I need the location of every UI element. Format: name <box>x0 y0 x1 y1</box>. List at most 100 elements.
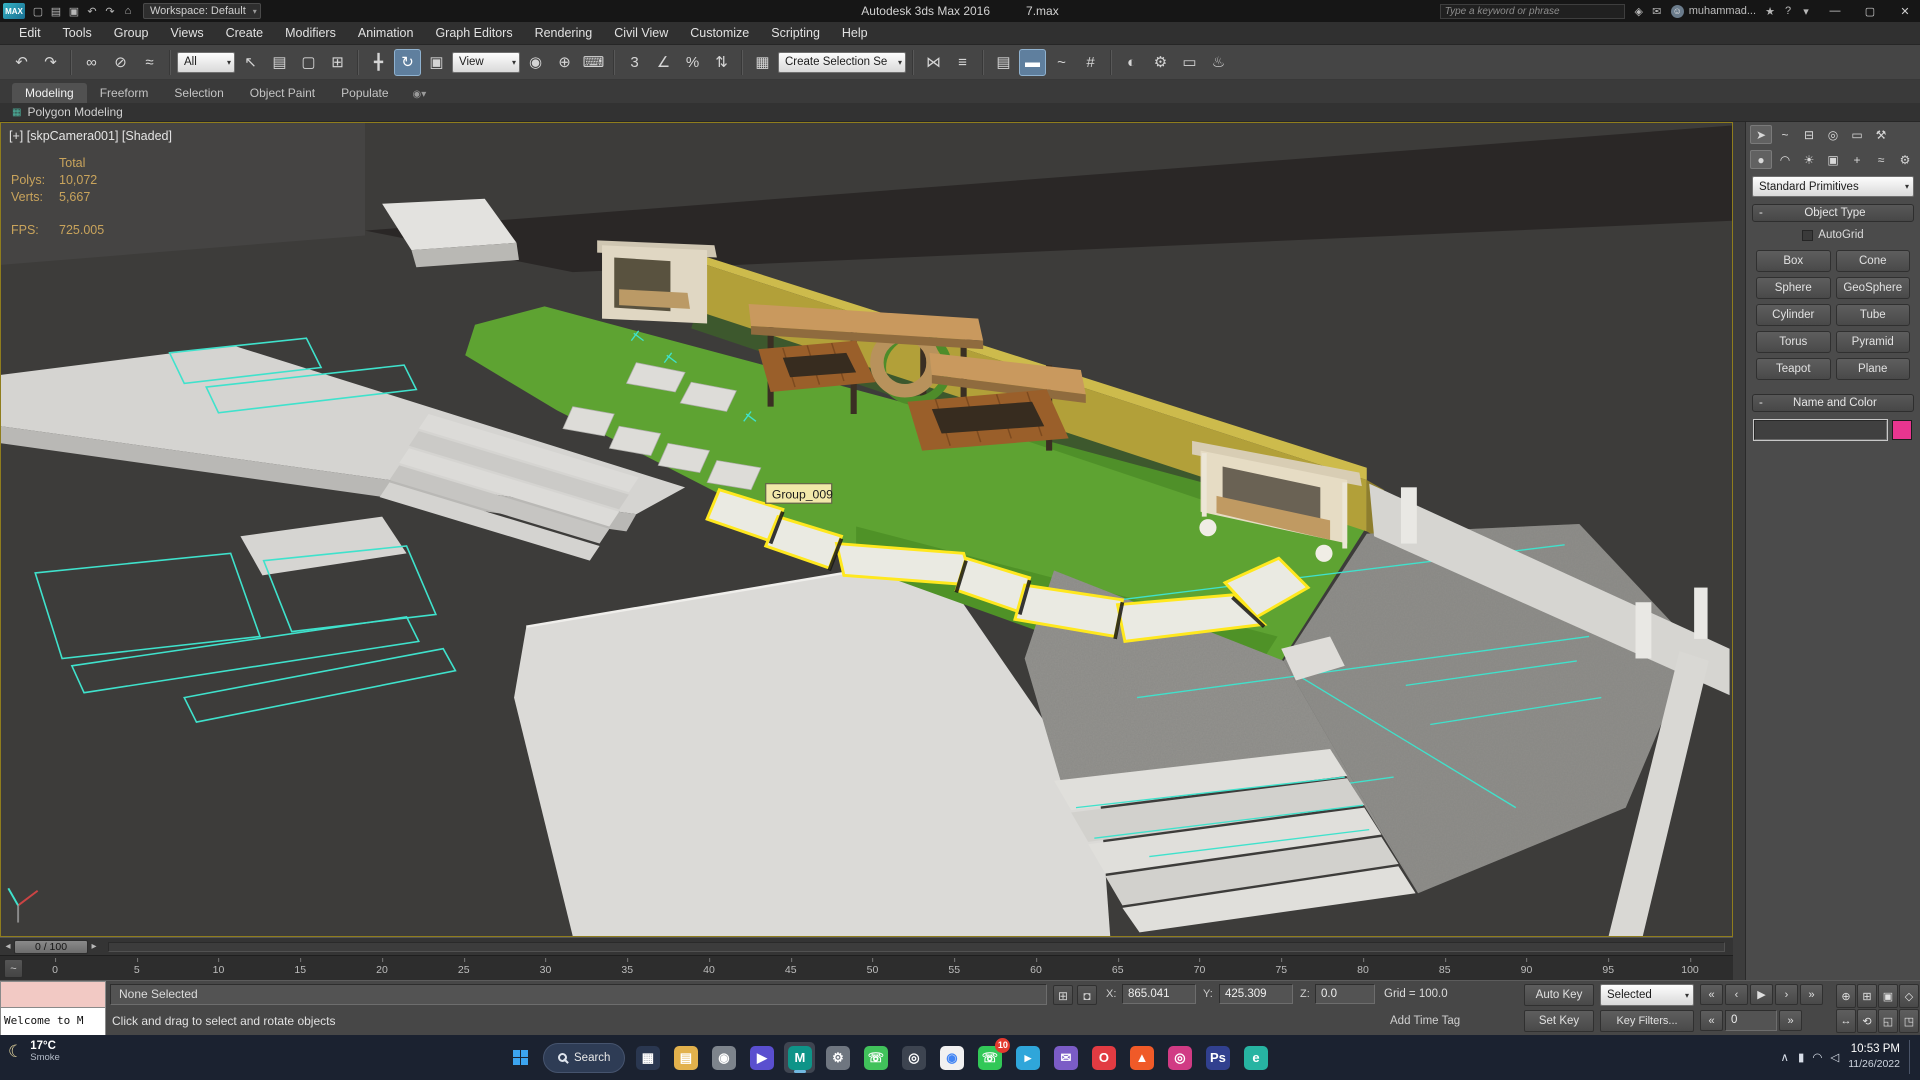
perspective-viewport[interactable]: Group_009 [+] [skpCamera001] [Shaded] To… <box>0 122 1733 937</box>
viewport-3d-scene[interactable]: Group_009 <box>1 123 1732 936</box>
schematic-view-icon[interactable]: # <box>1077 49 1104 76</box>
selection-lock-icon[interactable]: ◘ <box>1077 985 1097 1005</box>
settings-icon[interactable]: ⚙ <box>822 1042 853 1073</box>
timeline-tick[interactable]: 10 <box>213 958 224 976</box>
set-key-button[interactable]: Set Key <box>1524 1010 1594 1032</box>
hierarchy-tab-icon[interactable]: ⊟ <box>1798 125 1820 144</box>
select-object-icon[interactable]: ↖ <box>237 49 264 76</box>
separator[interactable] <box>741 49 743 75</box>
autogrid-checkbox[interactable] <box>1802 229 1814 241</box>
wifi-icon[interactable]: ◠ <box>1812 1050 1822 1064</box>
track-bar[interactable]: ~ 0 5 10 15 20 25 30 35 40 45 50 55 60 65 70 75 80 85 90 95… <box>0 955 1733 980</box>
object-type-button[interactable]: Sphere <box>1756 277 1831 299</box>
primitive-category-dropdown[interactable]: Standard Primitives <box>1752 176 1914 197</box>
object-type-button[interactable]: Pyramid <box>1835 331 1910 353</box>
next-frame-arrow-icon[interactable]: ▸ <box>88 941 100 952</box>
telegram-icon[interactable]: ▸ <box>1012 1042 1043 1073</box>
menu-item[interactable]: Civil View <box>603 22 679 45</box>
layer-manager-icon[interactable]: ▤ <box>990 49 1017 76</box>
angle-snap-icon[interactable]: ∠ <box>650 49 677 76</box>
cameras-category-icon[interactable]: ▣ <box>1822 150 1844 169</box>
photoshop-icon[interactable]: Ps <box>1202 1042 1233 1073</box>
timeline-tick[interactable]: 15 <box>294 958 306 976</box>
object-name-field[interactable] <box>1753 419 1888 441</box>
shapes-category-icon[interactable]: ◠ <box>1774 150 1796 169</box>
timeline-tick[interactable]: 70 <box>1194 958 1205 976</box>
zoom-region-button[interactable]: ◇ <box>1899 984 1919 1008</box>
show-desktop-button[interactable] <box>1909 1040 1912 1074</box>
object-type-button[interactable]: GeoSphere <box>1835 277 1910 299</box>
object-type-button[interactable]: Cylinder <box>1756 304 1831 326</box>
3ds-max-icon[interactable]: M <box>784 1042 816 1073</box>
object-type-button[interactable]: Cone <box>1835 250 1910 272</box>
keyboard-shortcut-override-icon[interactable]: ⌨ <box>580 49 607 76</box>
render-production-icon[interactable]: ♨ <box>1205 49 1232 76</box>
new-scene-icon[interactable]: ▢ <box>29 2 47 20</box>
maximize-viewport-toggle-button[interactable]: ◱ <box>1878 1009 1898 1033</box>
redo-icon[interactable]: ↷ <box>101 2 119 20</box>
object-type-button[interactable]: Teapot <box>1756 358 1831 380</box>
edit-named-selection-sets-icon[interactable]: ▦ <box>749 49 776 76</box>
whatsapp-icon[interactable]: ☏ 10 <box>974 1038 1011 1073</box>
maxscript-mini-listener[interactable]: Welcome to M <box>0 1008 106 1036</box>
timeline-tick[interactable]: 20 <box>376 958 388 976</box>
menu-item[interactable]: Tools <box>52 22 103 45</box>
weather-widget[interactable]: ☾ 17°C Smoke <box>8 1040 60 1063</box>
select-and-scale-icon[interactable]: ▣ <box>423 49 450 76</box>
menu-item[interactable]: Modifiers <box>274 22 347 45</box>
max-logo[interactable]: MAX <box>3 3 25 19</box>
object-color-swatch[interactable] <box>1892 420 1912 440</box>
menu-item[interactable]: Views <box>159 22 214 45</box>
timeline-tick[interactable]: 85 <box>1439 958 1451 976</box>
menu-item[interactable]: Edit <box>8 22 52 45</box>
chrome-icon[interactable]: ◉ <box>936 1042 967 1073</box>
object-type-rollout[interactable]: - Object Type <box>1752 204 1914 222</box>
utilities-tab-icon[interactable]: ⚒ <box>1870 125 1892 144</box>
timeline-tick[interactable]: 55 <box>948 958 960 976</box>
separator[interactable] <box>912 49 914 75</box>
brave-icon[interactable]: ▲ <box>1126 1042 1157 1073</box>
user-avatar[interactable]: ☺ <box>1670 4 1684 18</box>
key-forward-button[interactable]: » <box>1779 1010 1802 1031</box>
time-slider-handle[interactable]: 0 / 100 <box>14 939 88 954</box>
separator[interactable] <box>613 49 615 75</box>
transform-type-in-icon[interactable]: ⊞ <box>1053 985 1073 1005</box>
time-slider-track[interactable] <box>108 941 1725 952</box>
tab-freeform[interactable]: Freeform <box>87 83 162 103</box>
battery-icon[interactable]: ▮ <box>1798 1050 1804 1064</box>
tab-object-paint[interactable]: Object Paint <box>237 83 328 103</box>
file-explorer-icon[interactable]: ▤ <box>670 1042 701 1073</box>
material-editor-icon[interactable]: ◐ <box>1118 49 1145 76</box>
object-type-button[interactable]: Plane <box>1835 358 1910 380</box>
save-file-icon[interactable]: ▣ <box>65 2 83 20</box>
obs-studio-icon[interactable]: ◎ <box>898 1042 929 1073</box>
timeline-tick[interactable]: 50 <box>867 958 878 976</box>
timeline-tick[interactable]: 40 <box>703 958 715 976</box>
undo-icon[interactable]: ↶ <box>83 2 101 20</box>
snaps-toggle-3d-icon[interactable]: 3 <box>621 49 648 76</box>
object-type-button[interactable]: Tube <box>1835 304 1910 326</box>
ribbon-config-icon[interactable]: ◉▾ <box>410 86 430 103</box>
next-frame-button[interactable]: › <box>1775 984 1798 1005</box>
timeline-tick[interactable]: 30 <box>540 958 551 976</box>
viewport-label[interactable]: [+] [skpCamera001] [Shaded] <box>9 129 172 143</box>
use-pivot-point-center-icon[interactable]: ◉ <box>522 49 549 76</box>
polygon-modeling-panel[interactable]: Polygon Modeling <box>27 105 122 119</box>
help-icon[interactable]: ? <box>1779 2 1797 20</box>
go-to-end-button[interactable]: » <box>1800 984 1823 1005</box>
timeline-tick[interactable]: 80 <box>1357 958 1369 976</box>
maxscript-macro-recorder-field[interactable] <box>0 981 106 1008</box>
timeline-tick[interactable]: 75 <box>1275 958 1287 976</box>
z-coordinate-field[interactable]: 0.0 <box>1315 984 1375 1004</box>
opera-icon[interactable]: O <box>1088 1042 1119 1073</box>
timeline-tick[interactable]: 5 <box>134 958 140 976</box>
timeline-tick[interactable]: 45 <box>785 958 797 976</box>
separator[interactable] <box>357 49 359 75</box>
display-tab-icon[interactable]: ▭ <box>1846 125 1868 144</box>
timeline-tick[interactable]: 60 <box>1030 958 1042 976</box>
instagram-icon[interactable]: ◎ <box>1164 1042 1195 1073</box>
named-selection-sets-dropdown[interactable]: Create Selection Se <box>778 51 906 73</box>
project-folder-icon[interactable]: ⌂ <box>119 2 137 20</box>
menu-item[interactable]: Rendering <box>524 22 604 45</box>
select-and-manipulate-icon[interactable]: ⊕ <box>551 49 578 76</box>
